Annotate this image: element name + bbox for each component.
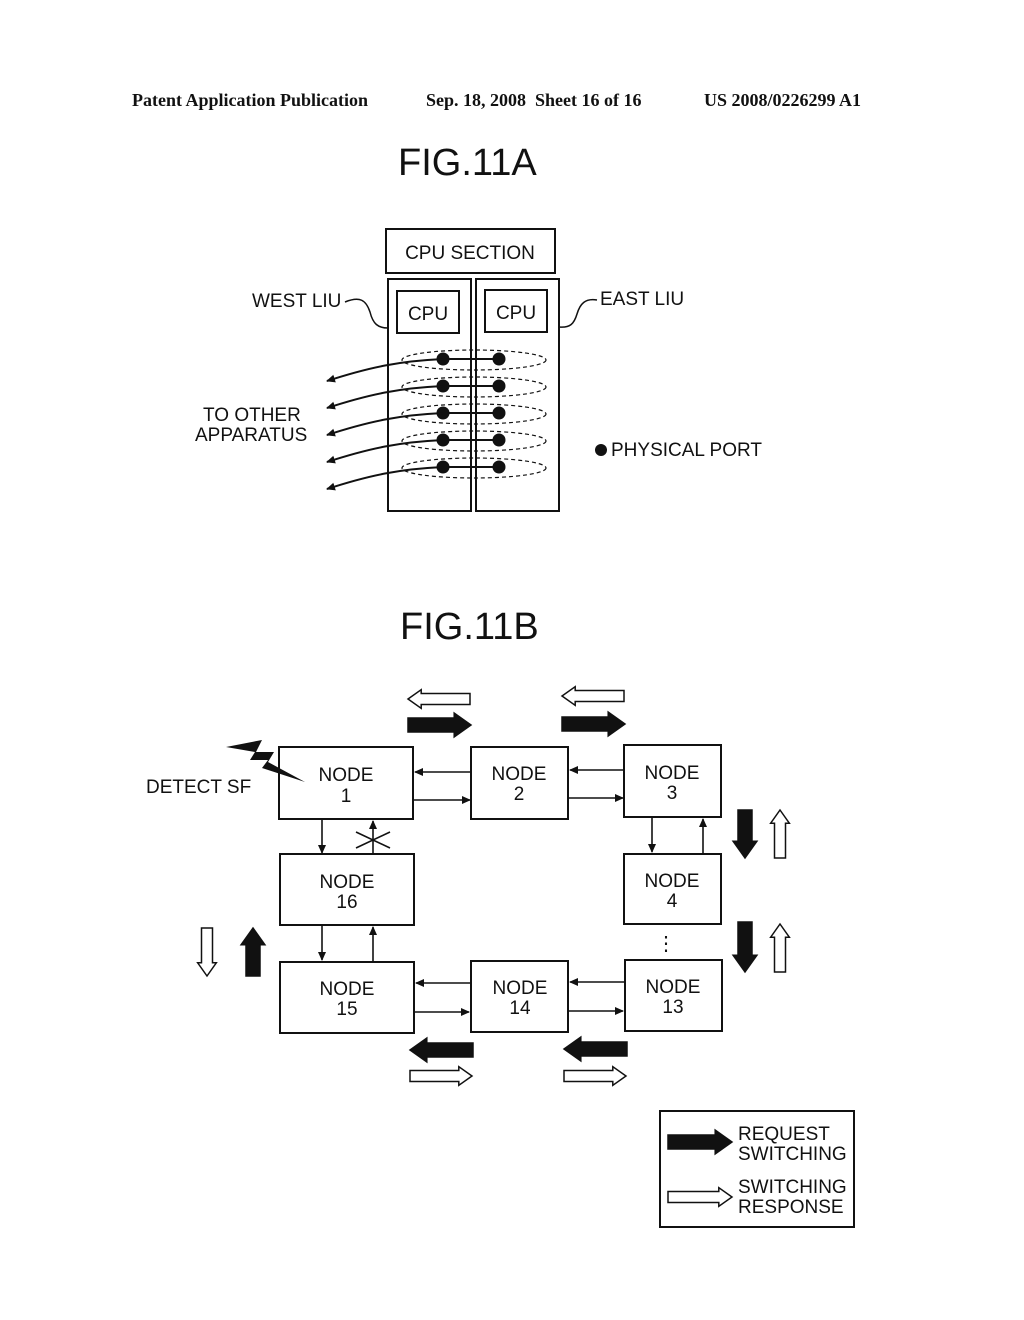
port-pair <box>326 349 547 383</box>
request-switching-arrow <box>561 710 627 738</box>
ellipsis: ⋮ <box>656 933 676 955</box>
request-switching-arrow <box>731 921 759 974</box>
svg-text:NODE: NODE <box>645 763 700 784</box>
physical-port-legend-dot <box>595 444 607 456</box>
port-pair <box>326 457 547 491</box>
legend-response-line1: SWITCHING <box>738 1177 847 1198</box>
physical-port-east <box>492 460 506 474</box>
request-switching-arrow <box>562 1035 628 1063</box>
external-link-arrow <box>326 385 444 410</box>
port-pair <box>326 430 547 464</box>
node-16: NODE 16 <box>279 853 415 926</box>
node-3: NODE 3 <box>623 744 722 818</box>
switching-response-arrow <box>406 688 471 710</box>
svg-text:4: 4 <box>667 891 678 912</box>
physical-port-east <box>492 433 506 447</box>
node-4: NODE 4 <box>623 853 722 925</box>
svg-text:16: 16 <box>336 892 357 913</box>
port-pair <box>326 403 547 437</box>
fig11a-diagram: CPU SECTION CPU CPU WEST LIU EAST LIU TO… <box>195 228 762 512</box>
legend-response-line2: RESPONSE <box>738 1197 844 1218</box>
external-link-arrow <box>326 466 444 491</box>
physical-port-east <box>492 406 506 420</box>
fig11b-diagram: DETECT SF NODE 1 NODE 2 NODE 3 NODE 4 ⋮ … <box>146 685 855 1228</box>
physical-port-legend-label: PHYSICAL PORT <box>611 440 762 461</box>
svg-text:3: 3 <box>667 783 678 804</box>
switching-response-arrow <box>196 927 218 978</box>
east-cpu-label: CPU <box>496 303 536 324</box>
svg-text:NODE: NODE <box>492 764 547 785</box>
switching-response-arrow <box>563 1065 628 1087</box>
request-switching-arrow <box>239 926 267 977</box>
request-switching-arrow <box>731 809 759 860</box>
node-13: NODE 13 <box>624 959 723 1032</box>
switching-response-arrow <box>560 685 625 707</box>
port-pair <box>326 376 547 410</box>
request-switching-arrow <box>407 711 473 739</box>
svg-text:NODE: NODE <box>493 978 548 999</box>
switching-response-arrow <box>409 1065 474 1087</box>
switching-response-arrow <box>769 922 791 973</box>
svg-text:2: 2 <box>514 784 525 805</box>
node-2: NODE 2 <box>470 746 569 820</box>
node-14: NODE 14 <box>470 960 569 1033</box>
physical-port-east <box>492 379 506 393</box>
to-other-label-line2: APPARATUS <box>195 425 307 446</box>
svg-text:NODE: NODE <box>320 979 375 1000</box>
east-liu-label: EAST LIU <box>600 289 684 310</box>
physical-port-east <box>492 352 506 366</box>
port-pairs <box>326 349 547 491</box>
legend-request-line2: SWITCHING <box>738 1144 847 1165</box>
switching-response-arrow <box>769 808 791 859</box>
patent-figure-canvas: CPU SECTION CPU CPU WEST LIU EAST LIU TO… <box>146 228 855 1228</box>
svg-text:13: 13 <box>662 997 683 1018</box>
node-1: NODE 1 <box>278 746 414 820</box>
external-link-arrow <box>326 439 444 464</box>
request-switching-arrow <box>408 1036 474 1064</box>
svg-text:1: 1 <box>341 786 352 807</box>
external-link-arrow <box>326 358 444 383</box>
legend-request-arrow-icon <box>667 1128 734 1156</box>
west-liu-label: WEST LIU <box>252 291 341 312</box>
svg-text:NODE: NODE <box>645 871 700 892</box>
svg-text:14: 14 <box>509 998 531 1019</box>
legend-response-arrow-icon <box>667 1186 734 1208</box>
legend-request-line1: REQUEST <box>738 1124 830 1145</box>
svg-text:NODE: NODE <box>320 872 375 893</box>
external-link-arrow <box>326 412 444 437</box>
svg-text:15: 15 <box>336 999 357 1020</box>
to-other-label-line1: TO OTHER <box>203 405 301 426</box>
svg-text:NODE: NODE <box>319 765 374 786</box>
svg-text:NODE: NODE <box>646 977 701 998</box>
node-15: NODE 15 <box>279 961 415 1034</box>
cpu-section-label: CPU SECTION <box>405 243 535 264</box>
west-cpu-label: CPU <box>408 304 448 325</box>
west-liu-leader <box>344 298 389 329</box>
detect-sf-label: DETECT SF <box>146 777 251 798</box>
east-liu-leader <box>558 298 598 328</box>
